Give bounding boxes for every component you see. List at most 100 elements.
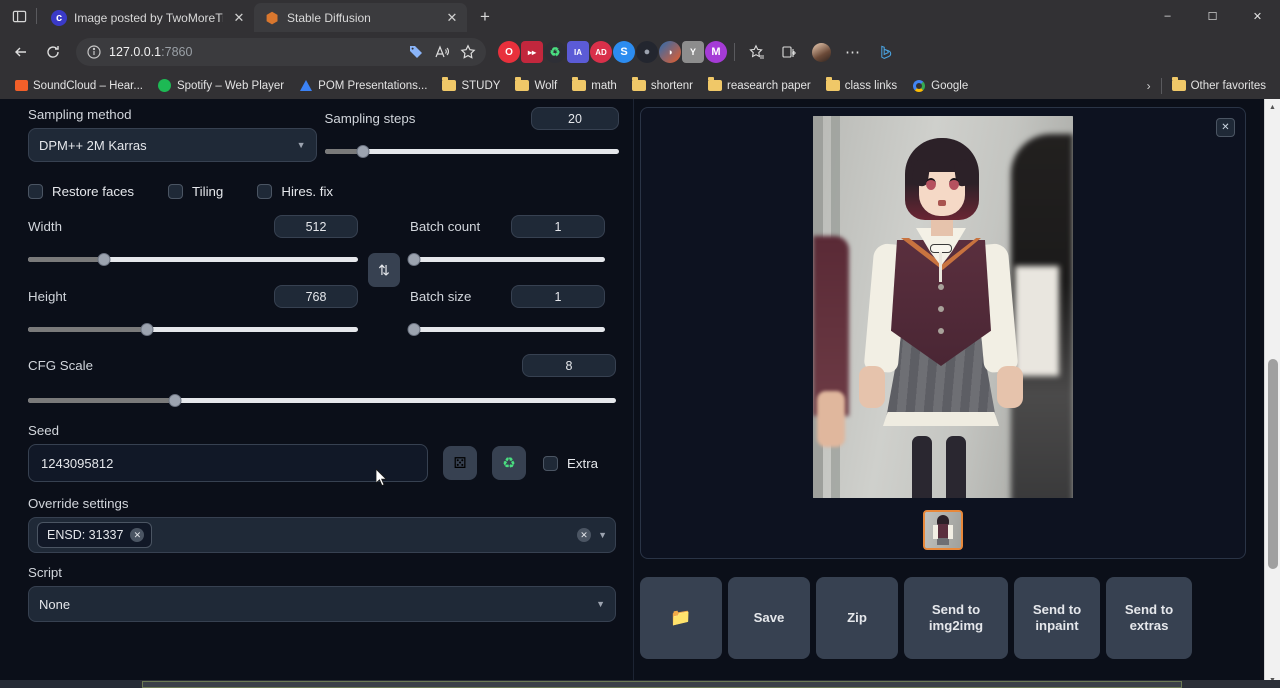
tab-actions-icon[interactable]	[4, 0, 34, 32]
slider-knob[interactable]	[169, 394, 182, 407]
close-window-button[interactable]: ✕	[1235, 0, 1280, 32]
close-icon[interactable]: ✕	[443, 9, 461, 27]
image-action-buttons: 📁 Save Zip Send to img2img Send to inpai…	[640, 577, 1246, 659]
location-icon[interactable]: ●	[636, 41, 658, 63]
close-image-icon[interactable]: ✕	[1216, 118, 1235, 137]
settings-more-icon[interactable]: ⋯	[838, 37, 868, 67]
extra-checkbox[interactable]: Extra	[543, 456, 598, 471]
yandex-icon[interactable]: Y	[682, 41, 704, 63]
bookmark-pom-presentations[interactable]: POM Presentations...	[293, 76, 433, 96]
hires-fix-checkbox[interactable]: Hires. fix	[257, 184, 333, 199]
reuse-seed-recycle-button[interactable]: ♻	[492, 446, 526, 480]
scroll-up-arrow-icon[interactable]: ▲	[1265, 99, 1280, 115]
slider-knob[interactable]	[407, 253, 420, 266]
batch-size-slider[interactable]	[410, 322, 605, 336]
monkey-extension-icon[interactable]: M	[705, 41, 727, 63]
save-button[interactable]: Save	[728, 577, 810, 659]
cfg-scale-value[interactable]: 8	[522, 354, 616, 377]
batch-size-value[interactable]: 1	[511, 285, 605, 308]
bookmark-shortenr[interactable]: shortenr	[626, 76, 699, 96]
bookmark-spotify[interactable]: Spotify – Web Player	[152, 76, 290, 96]
info-icon[interactable]	[86, 44, 102, 60]
send-to-extras-button[interactable]: Send to extras	[1106, 577, 1192, 659]
gallery-thumbnails	[923, 510, 963, 550]
browser-tab-1[interactable]: ⬢ Stable Diffusion ✕	[254, 3, 467, 32]
taskbar-start-area[interactable]	[0, 680, 140, 688]
maximize-button[interactable]: ☐	[1190, 0, 1235, 32]
bookmarks-overflow: › Other favorites	[1141, 76, 1272, 96]
height-slider[interactable]	[28, 322, 358, 336]
profile-avatar[interactable]	[806, 37, 836, 67]
shazam-icon[interactable]: S	[613, 41, 635, 63]
batch-count-value[interactable]: 1	[511, 215, 605, 238]
collections-icon[interactable]	[774, 37, 804, 67]
other-favorites-button[interactable]: Other favorites	[1166, 76, 1272, 96]
zip-button[interactable]: Zip	[816, 577, 898, 659]
sampling-steps-slider[interactable]	[325, 144, 619, 158]
sampling-method-dropdown[interactable]: DPM++ 2M Karras ▼	[28, 128, 317, 162]
send-to-inpaint-button[interactable]: Send to inpaint	[1014, 577, 1100, 659]
browser-tab-0[interactable]: c Image posted by TwoMoreTimes ✕	[41, 3, 254, 32]
generated-image[interactable]	[813, 116, 1073, 498]
read-aloud-icon[interactable]	[430, 40, 454, 64]
batch-count-slider[interactable]	[410, 252, 605, 266]
bookmark-google[interactable]: Google	[906, 76, 974, 96]
new-tab-button[interactable]: +	[471, 3, 499, 31]
firefox-extension-icon[interactable]: ◑	[659, 41, 681, 63]
sampling-steps-value[interactable]: 20	[531, 107, 619, 130]
slider-knob[interactable]	[97, 253, 110, 266]
open-folder-button[interactable]: 📁	[640, 577, 722, 659]
override-token[interactable]: ENSD: 31337 ✕	[37, 522, 152, 548]
minimize-button[interactable]: –	[1145, 0, 1190, 32]
shopping-tag-icon[interactable]	[404, 40, 428, 64]
height-value[interactable]: 768	[274, 285, 358, 308]
gallery-thumbnail-0[interactable]	[923, 510, 963, 550]
bookmark-study[interactable]: STUDY	[436, 76, 506, 96]
bookmark-class-links[interactable]: class links	[820, 76, 903, 96]
slider-knob[interactable]	[140, 323, 153, 336]
adblock-icon[interactable]: AD	[590, 41, 612, 63]
remove-token-icon[interactable]: ✕	[130, 528, 144, 542]
add-favorite-icon[interactable]	[456, 40, 480, 64]
bookmark-soundcloud[interactable]: SoundCloud – Hear...	[8, 76, 149, 96]
back-icon[interactable]	[6, 37, 36, 67]
video-download-icon[interactable]: ▸▸	[521, 41, 543, 63]
checkbox-box[interactable]	[543, 456, 558, 471]
internet-archive-icon[interactable]: IA	[567, 41, 589, 63]
checkbox-box[interactable]	[257, 184, 272, 199]
override-settings-multiselect[interactable]: ENSD: 31337 ✕ ✕ ▼	[28, 517, 616, 553]
bing-copilot-icon[interactable]	[870, 37, 900, 67]
bookmark-reasearch-paper[interactable]: reasearch paper	[702, 76, 817, 96]
chevron-down-icon[interactable]: ▼	[598, 530, 607, 540]
bookmark-math[interactable]: math	[566, 76, 623, 96]
trash-extension-icon[interactable]: ♻	[544, 41, 566, 63]
width-value[interactable]: 512	[274, 215, 358, 238]
tiling-checkbox[interactable]: Tiling	[168, 184, 223, 199]
checkbox-box[interactable]	[168, 184, 183, 199]
checkbox-box[interactable]	[28, 184, 43, 199]
scrollbar-thumb[interactable]	[1268, 359, 1278, 569]
random-seed-dice-button[interactable]: ⚄	[443, 446, 477, 480]
address-bar[interactable]: 127.0.0.1:7860	[76, 38, 486, 66]
taskbar-active-window[interactable]	[142, 681, 1182, 688]
slider-knob[interactable]	[407, 323, 420, 336]
clear-all-icon[interactable]: ✕	[577, 528, 591, 542]
slider-knob[interactable]	[356, 145, 369, 158]
chevron-right-icon[interactable]: ›	[1141, 79, 1157, 93]
bookmark-label: math	[591, 80, 617, 92]
swap-dimensions-button[interactable]: ⇅	[368, 253, 400, 287]
width-slider[interactable]	[28, 252, 358, 266]
tab-divider	[36, 8, 37, 24]
swap-icon: ⇅	[378, 262, 390, 279]
cfg-scale-slider[interactable]	[28, 393, 616, 407]
page-scrollbar[interactable]: ▲ ▼	[1264, 99, 1280, 688]
send-to-img2img-button[interactable]: Send to img2img	[904, 577, 1008, 659]
bookmark-wolf[interactable]: Wolf	[509, 76, 563, 96]
reload-icon[interactable]	[38, 37, 68, 67]
close-icon[interactable]: ✕	[230, 9, 248, 27]
seed-input[interactable]: 1243095812	[28, 444, 428, 482]
opera-icon[interactable]: O	[498, 41, 520, 63]
favorites-icon[interactable]	[742, 37, 772, 67]
restore-faces-checkbox[interactable]: Restore faces	[28, 184, 134, 199]
script-dropdown[interactable]: None ▼	[28, 586, 616, 622]
